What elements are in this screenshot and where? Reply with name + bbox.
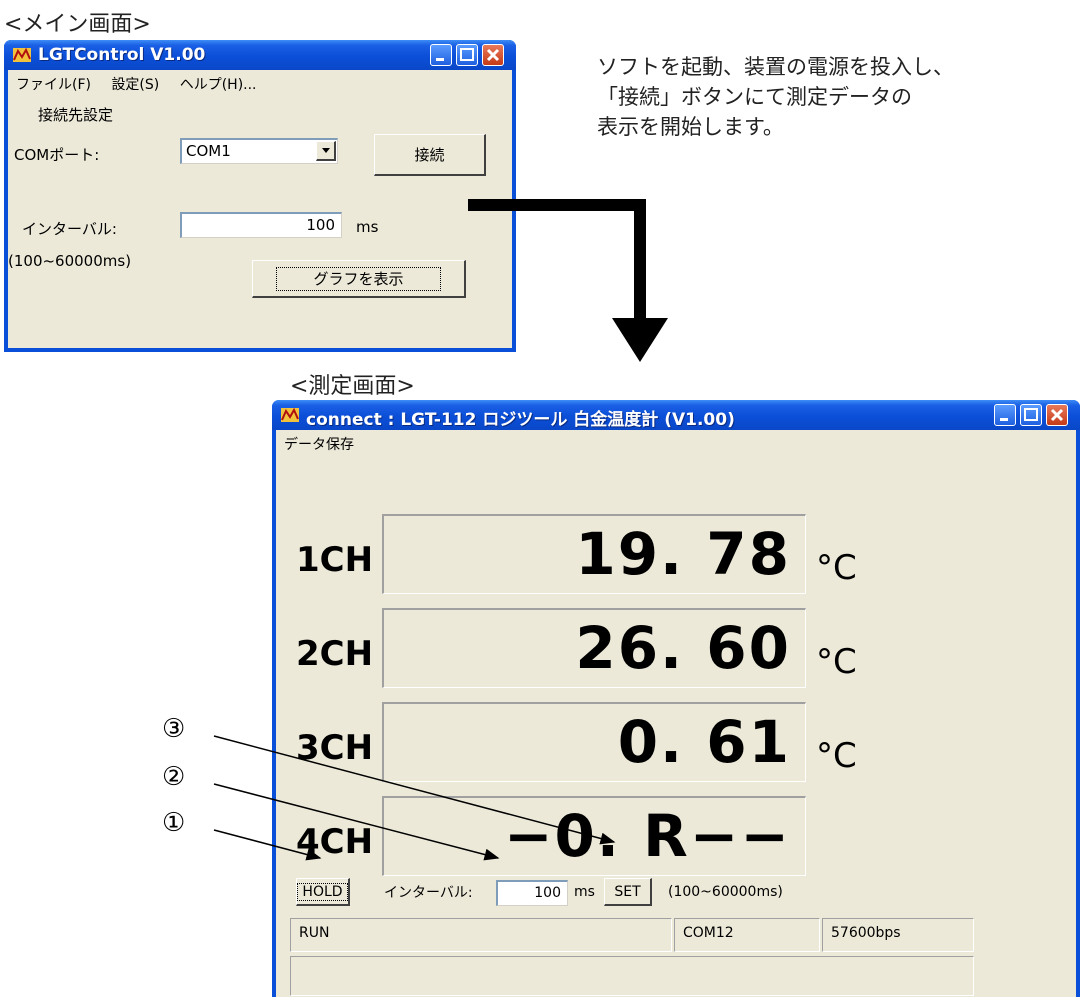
connect-flow-arrow xyxy=(468,199,646,318)
callout-3-line xyxy=(213,735,616,845)
annotation-overlay xyxy=(213,199,668,861)
callout-2: ② xyxy=(162,762,186,792)
callout-1: ① xyxy=(162,808,186,838)
callout-2-line xyxy=(213,783,500,861)
callout-1-line xyxy=(213,829,322,861)
connect-flow-arrowhead xyxy=(612,318,668,362)
callout-3: ③ xyxy=(162,714,186,744)
